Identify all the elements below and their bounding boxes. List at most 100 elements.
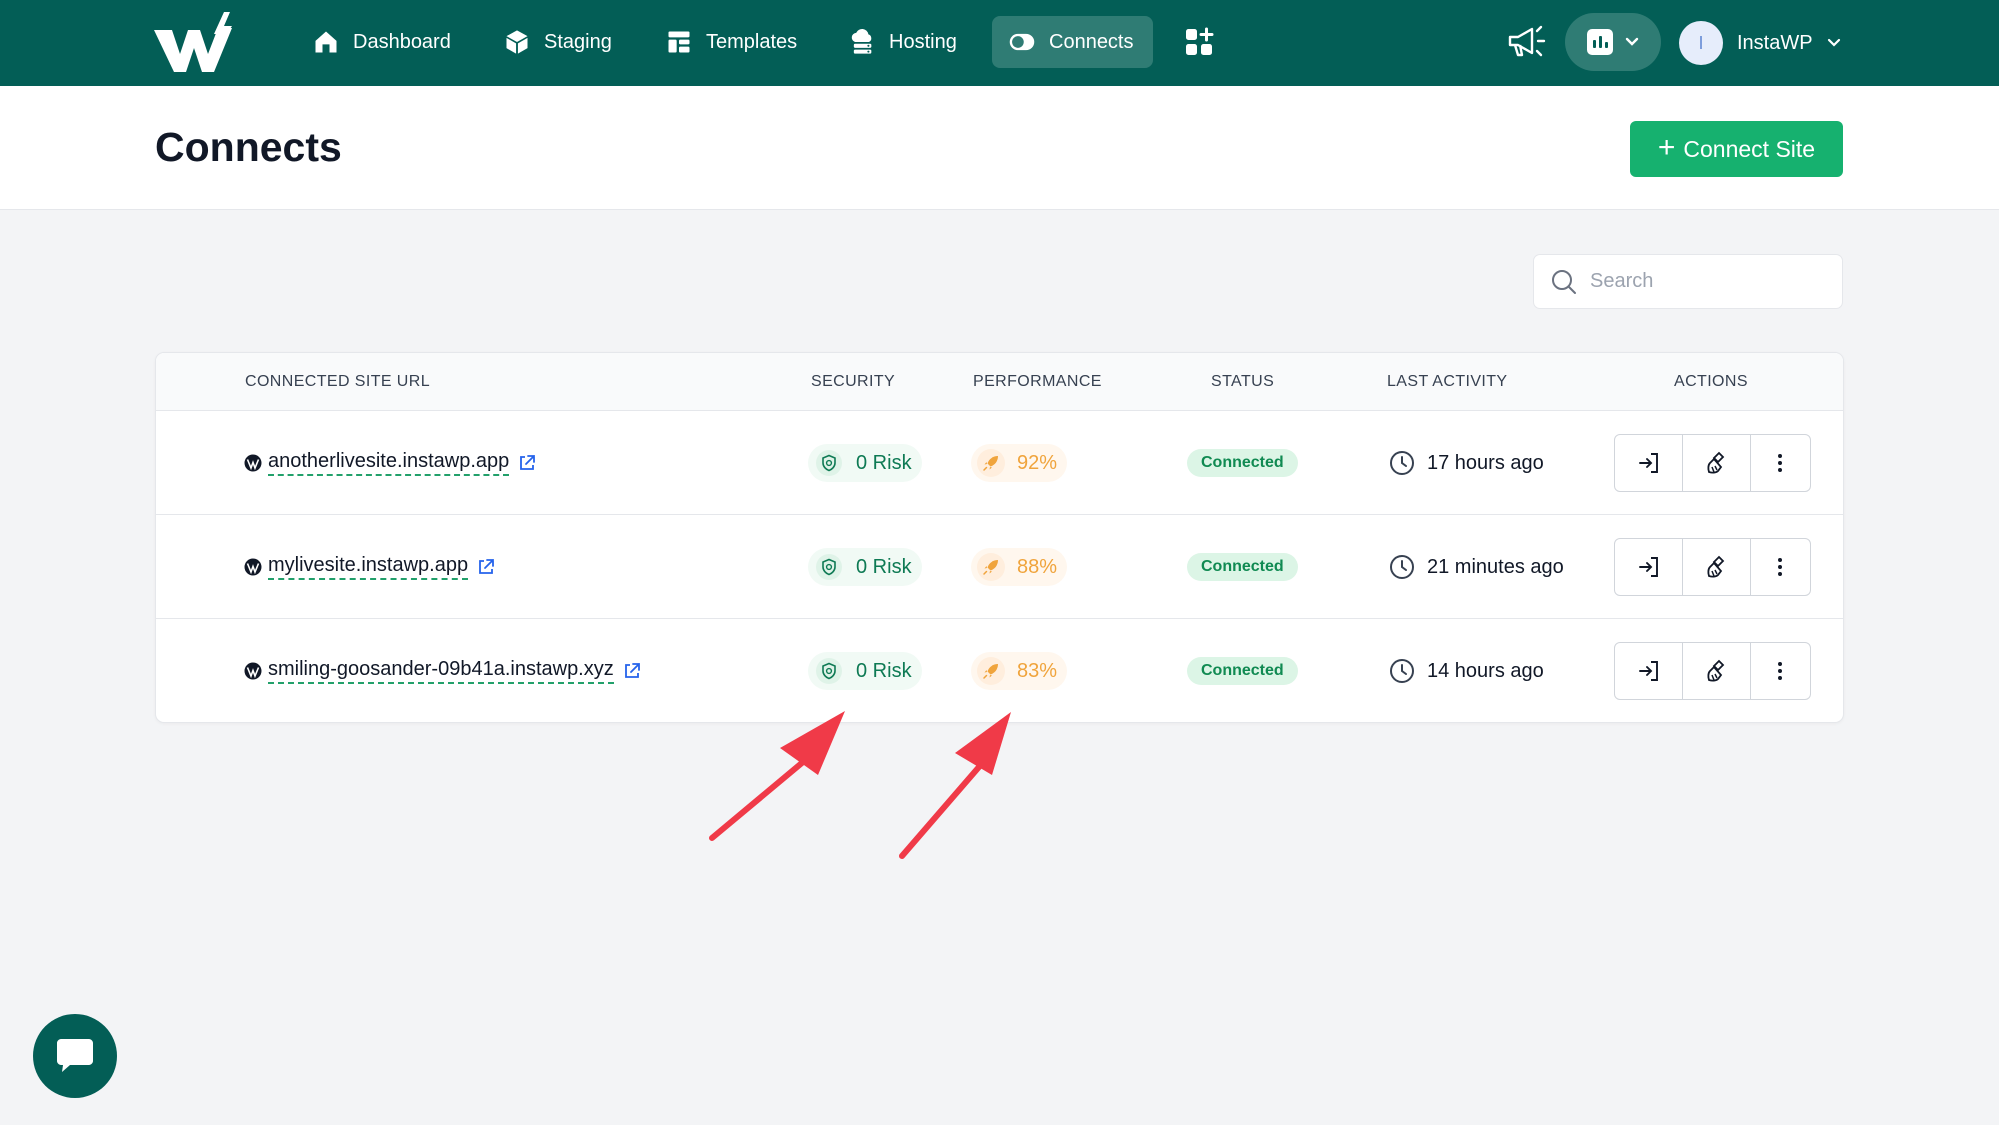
wordpress-icon	[244, 454, 262, 472]
site-url-cell: smiling-goosander-09b41a.instawp.xyz	[244, 619, 642, 722]
security-value: 0 Risk	[856, 451, 912, 474]
chevron-down-icon	[1625, 37, 1639, 46]
site-url-link[interactable]: anotherlivesite.instawp.app	[268, 450, 510, 476]
nav-label-dashboard: Dashboard	[353, 30, 451, 53]
status-badge: Connected	[1187, 657, 1298, 685]
site-url-cell: anotherlivesite.instawp.app	[244, 411, 537, 515]
security-value: 0 Risk	[856, 555, 912, 578]
security-badge[interactable]: 0 Risk	[808, 548, 922, 586]
security-badge[interactable]: 0 Risk	[808, 444, 922, 482]
performance-value: 92%	[1017, 451, 1058, 474]
bar-chart-icon	[1587, 29, 1613, 55]
performance-cell: 92%	[971, 411, 1068, 515]
column-header-status: STATUS	[1211, 373, 1275, 390]
row-actions	[1614, 642, 1811, 700]
more-options-button[interactable]	[1749, 539, 1810, 595]
last-activity-cell: 21 minutes ago	[1389, 515, 1564, 619]
page-header: Connects + Connect Site	[0, 86, 1999, 210]
arrow-to-security	[709, 711, 845, 841]
column-header-last-activity: LAST ACTIVITY	[1387, 373, 1508, 390]
shield-icon	[816, 450, 842, 476]
wordpress-icon	[244, 662, 262, 680]
layout-icon	[668, 31, 690, 53]
last-activity-value: 21 minutes ago	[1427, 555, 1564, 578]
status-cell: Connected	[1187, 515, 1298, 619]
more-options-button[interactable]	[1749, 643, 1810, 699]
status-cell: Connected	[1187, 411, 1298, 515]
nav-item-dashboard[interactable]: Dashboard	[296, 16, 467, 68]
kebab-menu-icon	[1778, 662, 1783, 680]
kebab-menu-icon	[1778, 454, 1783, 472]
login-icon	[1638, 453, 1658, 473]
rocket-icon	[977, 449, 1005, 477]
security-value: 0 Risk	[856, 659, 912, 682]
user-name: InstaWP	[1737, 31, 1813, 54]
nav-item-templates[interactable]: Templates	[649, 16, 813, 68]
nav-label-connects: Connects	[1049, 30, 1134, 53]
status-badge: Connected	[1187, 449, 1298, 477]
last-activity-value: 17 hours ago	[1427, 451, 1544, 474]
performance-badge[interactable]: 83%	[971, 652, 1068, 690]
more-options-button[interactable]	[1749, 435, 1810, 491]
megaphone-icon[interactable]	[1505, 22, 1547, 62]
login-button[interactable]	[1615, 643, 1682, 699]
row-actions	[1614, 538, 1811, 596]
top-navbar: Dashboard Staging Templates Hosting Conn…	[0, 0, 1999, 86]
last-activity-cell: 17 hours ago	[1389, 411, 1544, 515]
external-link-icon[interactable]	[476, 557, 496, 577]
status-cell: Connected	[1187, 619, 1298, 722]
nav-item-hosting[interactable]: Hosting	[832, 16, 973, 68]
performance-value: 83%	[1017, 659, 1058, 682]
login-button[interactable]	[1615, 435, 1682, 491]
toggle-icon	[1009, 33, 1035, 51]
nav-label-staging: Staging	[544, 30, 612, 53]
nav-label-hosting: Hosting	[889, 30, 957, 53]
search-input[interactable]	[1590, 270, 1820, 293]
chevron-down-icon	[1827, 38, 1840, 47]
brush-icon	[1707, 659, 1725, 682]
brush-icon	[1707, 555, 1725, 578]
site-url-link[interactable]: smiling-goosander-09b41a.instawp.xyz	[268, 658, 614, 684]
column-header-url: CONNECTED SITE URL	[245, 373, 430, 390]
performance-badge[interactable]: 88%	[971, 548, 1068, 586]
clear-cache-button[interactable]	[1682, 435, 1749, 491]
clear-cache-button[interactable]	[1682, 539, 1749, 595]
clear-cache-button[interactable]	[1682, 643, 1749, 699]
connect-site-button[interactable]: + Connect Site	[1630, 121, 1843, 177]
plus-icon: +	[1657, 130, 1676, 164]
search-icon	[1552, 269, 1576, 294]
security-cell: 0 Risk	[808, 411, 922, 515]
nav-label-templates: Templates	[706, 30, 798, 53]
stats-dropdown[interactable]	[1565, 13, 1661, 71]
shield-icon	[816, 658, 842, 684]
rocket-icon	[977, 553, 1005, 581]
table-row: mylivesite.instawp.app 0 Risk 88% Connec…	[156, 515, 1843, 619]
nav-item-staging[interactable]: Staging	[487, 16, 628, 68]
box-icon	[506, 30, 528, 54]
login-icon	[1638, 557, 1658, 577]
performance-badge[interactable]: 92%	[971, 444, 1068, 482]
table-row: smiling-goosander-09b41a.instawp.xyz 0 R…	[156, 619, 1843, 722]
external-link-icon[interactable]	[622, 661, 642, 681]
site-url-link[interactable]: mylivesite.instawp.app	[268, 554, 469, 580]
last-activity-value: 14 hours ago	[1427, 659, 1544, 682]
grid-plus-icon[interactable]	[1183, 26, 1215, 58]
user-menu[interactable]: I InstaWP	[1679, 20, 1841, 66]
kebab-menu-icon	[1778, 558, 1783, 576]
login-button[interactable]	[1615, 539, 1682, 595]
clock-icon	[1390, 555, 1414, 579]
search-box	[1533, 254, 1843, 309]
clock-icon	[1390, 659, 1414, 683]
external-link-icon[interactable]	[517, 453, 537, 473]
table-header: CONNECTED SITE URL SECURITY PERFORMANCE …	[156, 353, 1843, 411]
column-header-security: SECURITY	[811, 373, 896, 390]
instawp-logo[interactable]	[152, 10, 234, 76]
shield-icon	[816, 554, 842, 580]
security-badge[interactable]: 0 Risk	[808, 652, 922, 690]
rocket-icon	[977, 657, 1005, 685]
brush-icon	[1707, 451, 1725, 474]
row-actions	[1614, 434, 1811, 492]
clock-icon	[1390, 451, 1414, 475]
chat-support-button[interactable]	[33, 1014, 117, 1098]
nav-item-connects[interactable]: Connects	[992, 16, 1153, 68]
